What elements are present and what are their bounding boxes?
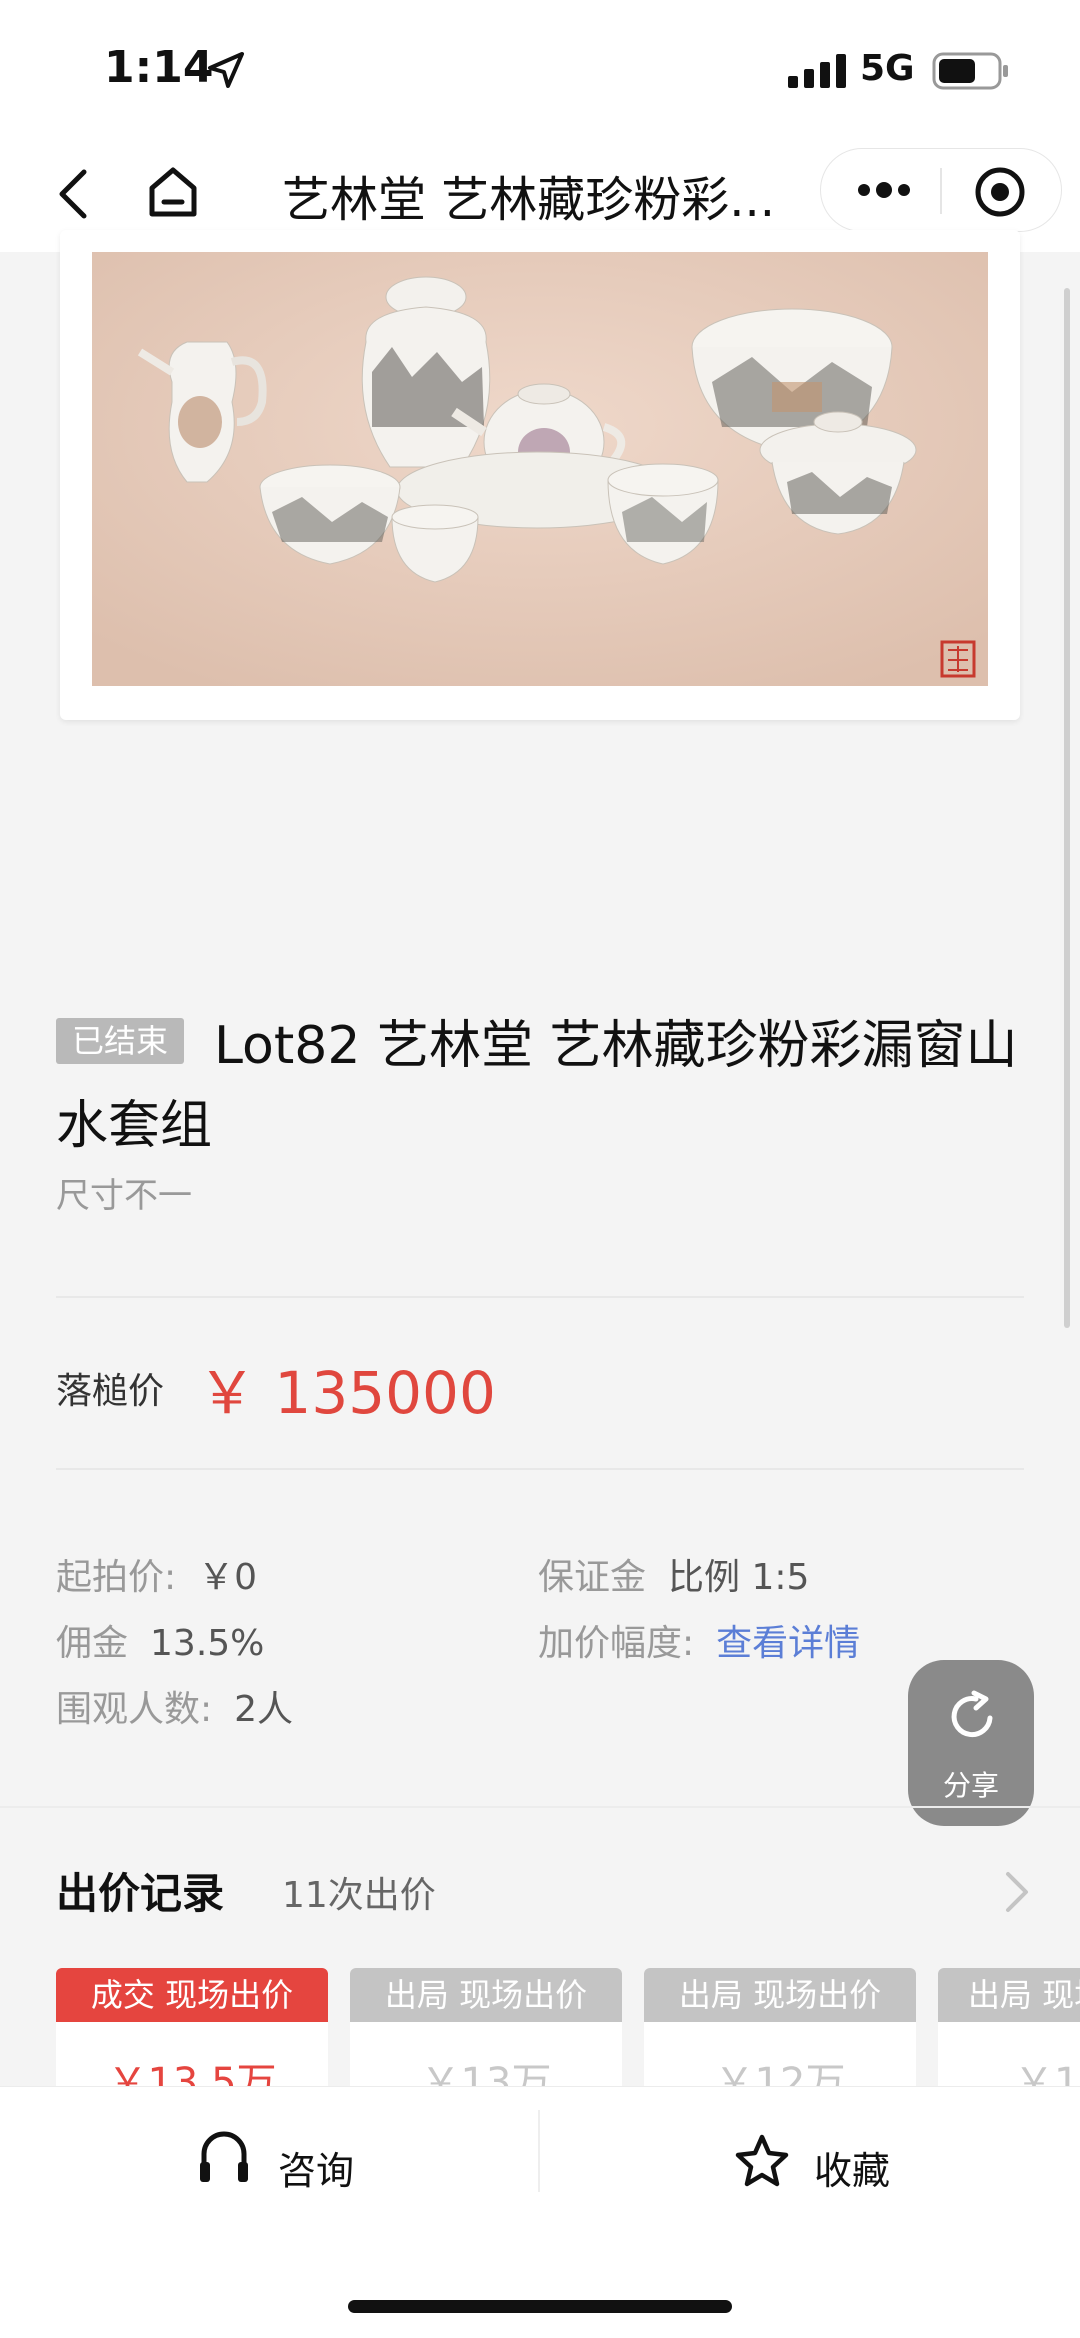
status-time: 1:14	[104, 42, 214, 93]
starting-price-label: 起拍价:	[56, 1557, 177, 1598]
increment-row: 加价幅度: 查看详情	[538, 1614, 860, 1666]
porcelain-set-illustration	[92, 252, 988, 686]
viewers-value: 2人	[234, 1689, 294, 1730]
more-options-icon[interactable]	[856, 172, 912, 208]
battery-icon	[932, 52, 1008, 90]
starting-price-value: ￥0	[198, 1557, 258, 1598]
headset-icon[interactable]	[198, 2128, 250, 2186]
favorite-button[interactable]: 收藏	[814, 2140, 890, 2195]
lot-title: Lot82 艺林堂 艺林藏珍粉彩漏窗山水套组	[56, 1016, 1018, 1156]
chevron-right-icon[interactable]	[1004, 1870, 1030, 1914]
deposit-label: 保证金	[538, 1557, 647, 1598]
viewers-label: 围观人数:	[56, 1689, 213, 1730]
bid-status: 出局 现场出价	[938, 1968, 1080, 2022]
home-icon[interactable]	[146, 162, 200, 222]
commission-value: 13.5%	[150, 1623, 265, 1664]
home-indicator	[348, 2300, 732, 2313]
page-title: 艺林堂 艺林藏珍粉彩...	[282, 172, 776, 228]
divider	[56, 1296, 1024, 1298]
bid-record-title: 出价记录	[56, 1869, 225, 1918]
share-button[interactable]: 分享	[908, 1660, 1034, 1826]
capsule-divider	[940, 168, 942, 214]
bid-status: 出局 现场出价	[350, 1968, 622, 2022]
viewers-row: 围观人数: 2人	[56, 1680, 293, 1732]
increment-details-link[interactable]: 查看详情	[716, 1623, 860, 1664]
product-image[interactable]	[92, 252, 988, 686]
back-arrow-icon[interactable]	[50, 164, 100, 224]
hammer-price-value: ￥ 135000	[198, 1359, 496, 1427]
cellular-signal-icon	[788, 54, 846, 88]
bid-status: 出局 现场出价	[644, 1968, 916, 2022]
section-divider	[0, 1806, 1080, 1808]
starting-price-row: 起拍价: ￥0	[56, 1548, 257, 1600]
divider	[56, 1468, 1024, 1470]
bid-status: 成交 现场出价	[56, 1968, 328, 2022]
deposit-row: 保证金 比例 1:5	[538, 1548, 809, 1600]
close-mini-program-icon[interactable]	[974, 166, 1026, 218]
star-icon[interactable]	[734, 2134, 790, 2188]
commission-label: 佣金	[56, 1623, 129, 1664]
hammer-price-label: 落槌价	[56, 1371, 165, 1412]
lot-size: 尺寸不一	[56, 1176, 192, 1216]
share-refresh-icon	[951, 1690, 993, 1738]
commission-row: 佣金 13.5%	[56, 1614, 264, 1666]
deposit-value: 比例 1:5	[668, 1557, 810, 1598]
location-arrow-icon	[208, 52, 244, 88]
increment-label: 加价幅度:	[538, 1623, 695, 1664]
share-label: 分享	[942, 1769, 999, 1802]
network-type: 5G	[860, 48, 915, 89]
consult-button[interactable]: 咨询	[278, 2140, 354, 2195]
scrollbar[interactable]	[1064, 288, 1070, 1328]
bid-record-count: 11次出价	[282, 1875, 436, 1916]
bottom-bar-divider	[538, 2110, 540, 2192]
